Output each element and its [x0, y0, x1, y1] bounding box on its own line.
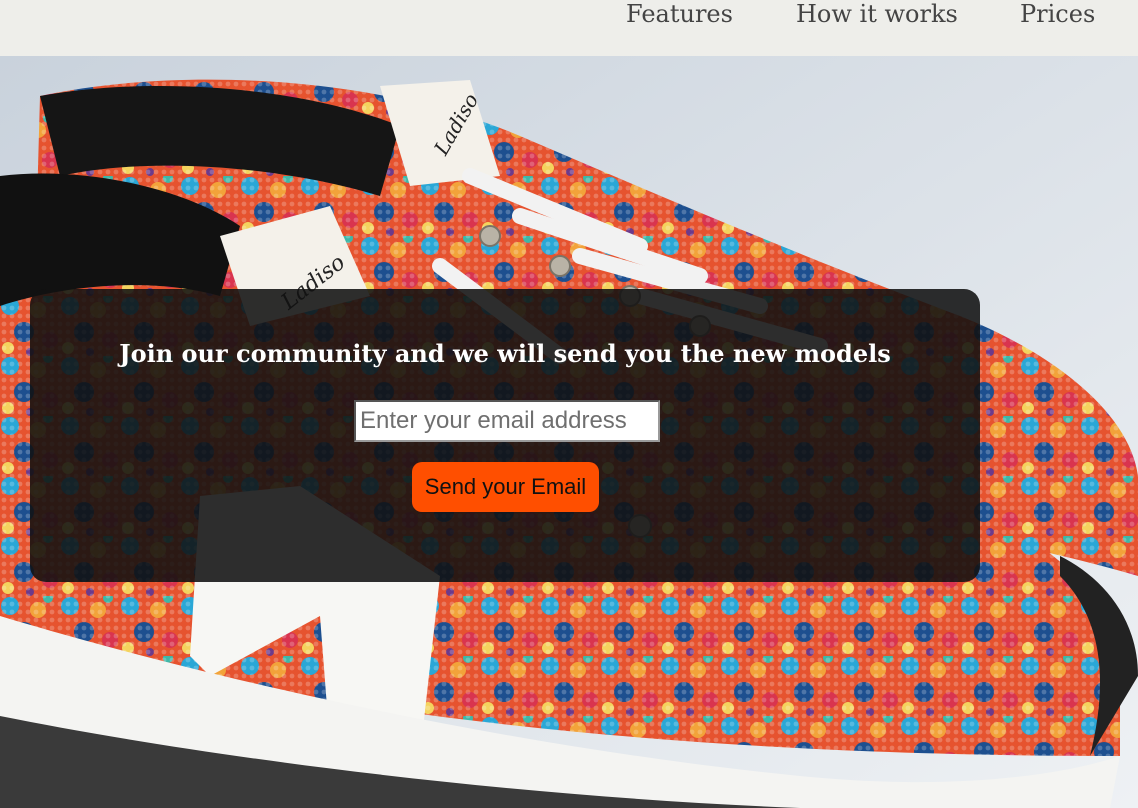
email-input[interactable] [354, 400, 660, 442]
signup-card: Join our community and we will send you … [30, 289, 980, 582]
nav-link-features[interactable]: Features [626, 0, 733, 28]
send-email-button[interactable]: Send your Email [412, 462, 599, 512]
top-navbar: Features How it works Prices [0, 0, 1138, 56]
signup-headline: Join our community and we will send you … [119, 339, 891, 368]
nav-link-how-it-works[interactable]: How it works [796, 0, 958, 28]
nav-link-prices[interactable]: Prices [1020, 0, 1095, 28]
